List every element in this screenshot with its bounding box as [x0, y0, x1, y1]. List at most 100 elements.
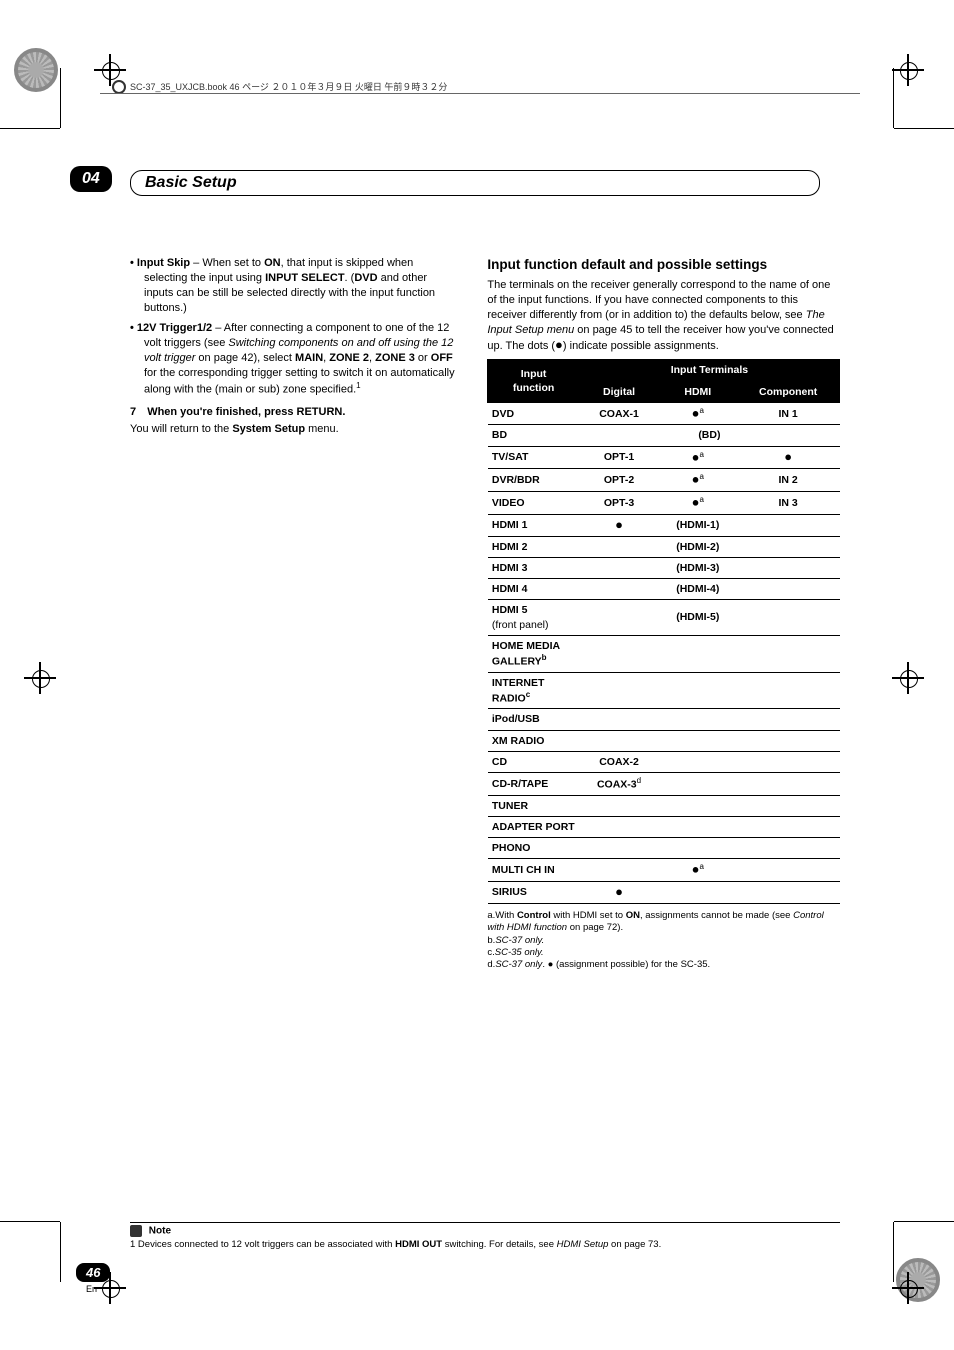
hdmi-cell	[659, 672, 737, 709]
hdmi-cell: ●a	[659, 402, 737, 425]
digital-cell	[579, 837, 659, 858]
input-function-cell: CD	[488, 751, 579, 772]
digital-cell	[579, 635, 659, 672]
hdmi-cell: (HDMI-3)	[659, 557, 737, 578]
digital-cell	[579, 557, 659, 578]
component-cell: IN 2	[737, 469, 840, 492]
table-row: PHONO	[488, 837, 840, 858]
input-function-cell: INTERNET RADIOc	[488, 672, 579, 709]
t: MAIN	[295, 352, 323, 364]
t: ON	[264, 257, 281, 269]
right-column: Input function default and possible sett…	[487, 256, 840, 972]
t: OFF	[431, 352, 453, 364]
hdmi-cell: (HDMI-2)	[659, 536, 737, 557]
registration-mark-icon	[30, 668, 50, 688]
running-head-rule	[100, 93, 860, 94]
digital-cell	[579, 536, 659, 557]
step-instruction: When you're finished, press RETURN.	[147, 406, 345, 418]
component-cell	[737, 859, 840, 882]
footnote-block: Note 1 Devices connected to 12 volt trig…	[130, 1196, 840, 1250]
table-row: HDMI 5(front panel)(HDMI-5)	[488, 600, 840, 635]
digital-cell: COAX-1	[579, 402, 659, 425]
input-function-cell: ADAPTER PORT	[488, 816, 579, 837]
left-column: Input Skip – When set to ON, that input …	[130, 256, 459, 972]
component-cell	[737, 600, 840, 635]
digital-cell	[579, 816, 659, 837]
digital-cell: COAX-2	[579, 751, 659, 772]
component-cell	[737, 536, 840, 557]
table-row: MULTI CH IN●a	[488, 859, 840, 882]
table-row: HDMI 1●(HDMI-1)	[488, 514, 840, 536]
page-lang: En	[86, 1284, 97, 1294]
digital-cell	[579, 672, 659, 709]
t: Input	[521, 368, 547, 380]
section-title: Basic Setup	[130, 170, 820, 196]
table-row: HOME MEDIA GALLERYb	[488, 635, 840, 672]
digital-cell	[579, 709, 659, 730]
component-cell	[737, 751, 840, 772]
input-function-cell: MULTI CH IN	[488, 859, 579, 882]
input-function-cell: HDMI 2	[488, 536, 579, 557]
table-row: SIRIUS●	[488, 881, 840, 903]
note-d: d.SC-37 only. ● (assignment possible) fo…	[487, 959, 840, 971]
hdmi-cell: ●a	[659, 469, 737, 492]
bullet-12v-trigger: 12V Trigger1/2 – After connecting a comp…	[144, 321, 459, 397]
digital-cell: OPT-2	[579, 469, 659, 492]
hdmi-cell	[659, 635, 737, 672]
component-cell	[737, 881, 840, 903]
t: ZONE 3	[375, 352, 415, 364]
digital-cell: OPT-1	[579, 446, 659, 469]
footnote-rule	[130, 1222, 840, 1223]
page-number: 46	[76, 1263, 110, 1282]
t: menu.	[305, 423, 339, 435]
digital-cell: OPT-3	[579, 491, 659, 514]
book-icon	[112, 80, 126, 94]
intro-paragraph: The terminals on the receiver generally …	[487, 278, 840, 353]
table-row: TV/SATOPT-1●a●	[488, 446, 840, 469]
hdmi-cell: ●a	[659, 446, 737, 469]
table-row: INTERNET RADIOc	[488, 672, 840, 709]
span-cell: (BD)	[579, 425, 839, 446]
input-function-cell: CD-R/TAPE	[488, 772, 579, 795]
digital-cell	[579, 600, 659, 635]
hdmi-cell: (HDMI-4)	[659, 579, 737, 600]
lead: Input Skip	[137, 257, 190, 269]
print-ring-icon	[14, 48, 58, 92]
input-function-cell: HOME MEDIA GALLERYb	[488, 635, 579, 672]
input-function-cell: VIDEO	[488, 491, 579, 514]
th-input-function: Input function	[488, 360, 579, 402]
t: System Setup	[232, 423, 305, 435]
t: DVD	[354, 272, 377, 284]
component-cell	[737, 635, 840, 672]
input-function-cell: iPod/USB	[488, 709, 579, 730]
component-cell	[737, 795, 840, 816]
pencil-icon	[130, 1225, 142, 1237]
t: for the corresponding trigger setting to…	[144, 367, 455, 396]
lead: 12V Trigger1/2	[137, 322, 212, 334]
table-row: iPod/USB	[488, 709, 840, 730]
registration-mark-icon	[898, 1278, 918, 1298]
component-cell	[737, 816, 840, 837]
bullet-input-skip: Input Skip – When set to ON, that input …	[144, 256, 459, 315]
input-function-cell: XM RADIO	[488, 730, 579, 751]
hdmi-cell	[659, 881, 737, 903]
table-row: TUNER	[488, 795, 840, 816]
table-row: CD-R/TAPECOAX-3d	[488, 772, 840, 795]
table-row: VIDEOOPT-3●aIN 3	[488, 491, 840, 514]
digital-cell: COAX-3d	[579, 772, 659, 795]
component-cell	[737, 730, 840, 751]
table-row: HDMI 2 (HDMI-2)	[488, 536, 840, 557]
table-row: CDCOAX-2	[488, 751, 840, 772]
th-hdmi: HDMI	[659, 381, 737, 402]
input-function-cell: DVR/BDR	[488, 469, 579, 492]
table-row: DVR/BDROPT-2●aIN 2	[488, 469, 840, 492]
t: or	[415, 352, 431, 364]
input-function-cell: HDMI 1	[488, 514, 579, 536]
th-component: Component	[737, 381, 840, 402]
t: ) indicate possible assignments.	[563, 340, 719, 352]
input-function-cell: SIRIUS	[488, 881, 579, 903]
t: on page 42), select	[195, 352, 295, 364]
hdmi-cell	[659, 837, 737, 858]
chapter-number: 04	[70, 166, 112, 192]
digital-cell	[579, 859, 659, 882]
